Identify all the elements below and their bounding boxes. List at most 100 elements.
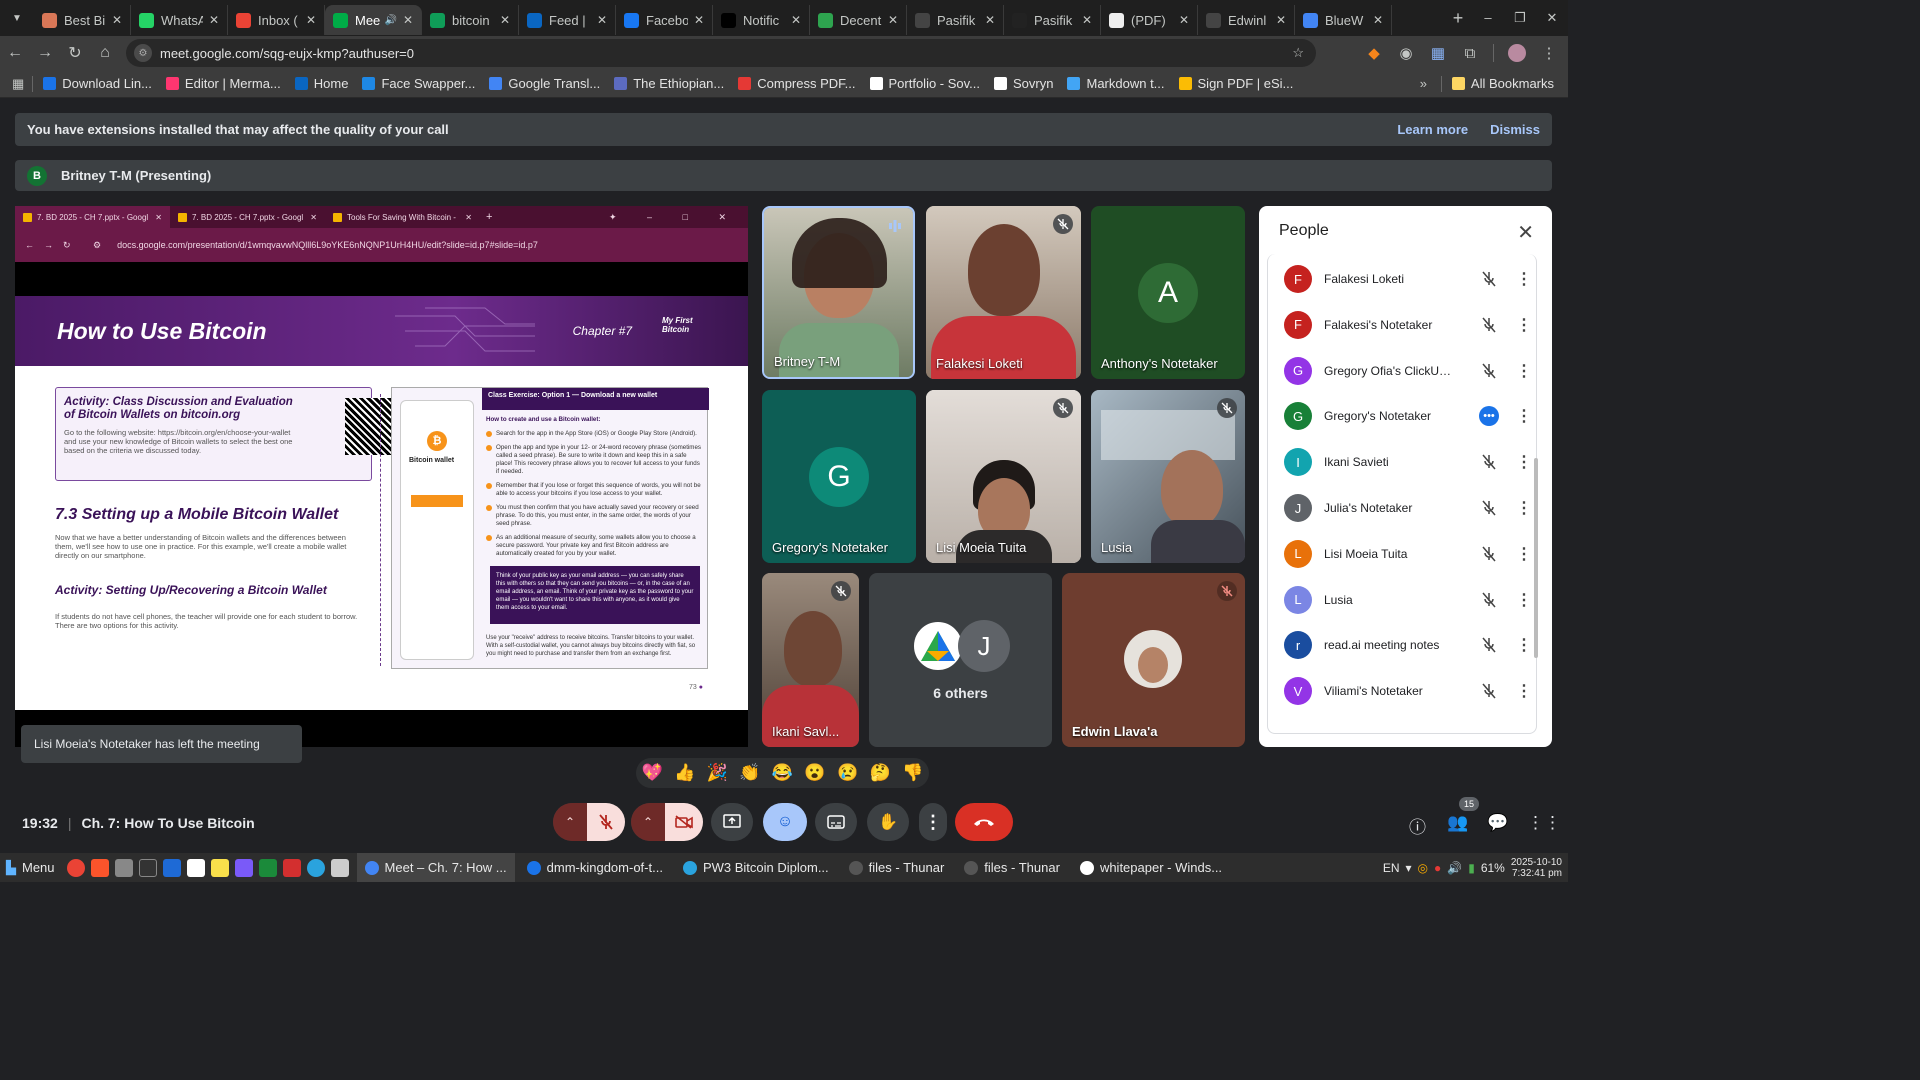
tray-app-icon[interactable]: ◎ [1418, 861, 1428, 875]
close-tab-icon[interactable]: ✕ [403, 13, 413, 27]
participant-more-icon[interactable]: ⋮ [1516, 452, 1532, 472]
reaction-emoji[interactable]: 😮 [804, 763, 825, 783]
bookmark-item[interactable]: The Ethiopian... [614, 76, 724, 91]
wifi-icon[interactable]: ▾ [1405, 861, 1411, 875]
camera-control[interactable]: ⌃ [631, 803, 703, 841]
bookmark-item[interactable]: Google Transl... [489, 76, 600, 91]
browser-tab[interactable]: Best Bi ✕ [34, 5, 131, 35]
participant-tile-lisi[interactable]: Lisi Moeia Tuita [926, 390, 1081, 563]
bookmark-item[interactable]: Portfolio - Sov... [869, 76, 980, 91]
muted-mic-icon[interactable] [1478, 543, 1500, 565]
all-bookmarks[interactable]: All Bookmarks [1451, 76, 1554, 91]
back-icon[interactable]: ← [0, 44, 30, 62]
minimize-icon[interactable]: – [1472, 10, 1504, 26]
browser-tab[interactable]: BlueW ✕ [1295, 5, 1392, 35]
microphone-tray-icon[interactable]: ● [1434, 861, 1441, 875]
camera-off-icon[interactable] [665, 803, 703, 841]
browser-tab[interactable]: bitcoin ✕ [422, 5, 519, 35]
close-tab-icon[interactable]: ✕ [791, 13, 801, 27]
muted-mic-icon[interactable] [1478, 497, 1500, 519]
raise-hand-icon[interactable]: ✋ [867, 803, 909, 841]
participant-row[interactable]: I Ikani Savieti ⋮ [1268, 439, 1536, 485]
muted-mic-icon[interactable] [1478, 680, 1500, 702]
new-tab-button[interactable]: + [1444, 8, 1472, 29]
restore-icon[interactable]: ❐ [1504, 10, 1536, 26]
participant-tile-ikani[interactable]: Ikani Savl... [762, 573, 859, 747]
activities-icon[interactable]: ⋮⋮ [1527, 813, 1561, 833]
extensions-puzzle-icon[interactable]: ⧉ [1461, 45, 1479, 62]
extension-grid-icon[interactable]: ▦ [1429, 44, 1447, 62]
emoji-reactions-icon[interactable]: ☺ [763, 803, 807, 841]
close-tab-icon[interactable]: ✕ [112, 13, 122, 27]
bookmark-item[interactable]: Markdown t... [1067, 76, 1165, 91]
browser-tab[interactable]: Facebo ✕ [616, 5, 713, 35]
profile-avatar[interactable] [1508, 44, 1526, 62]
muted-mic-icon[interactable] [1478, 589, 1500, 611]
participant-row[interactable]: L Lusia ⋮ [1268, 577, 1536, 623]
reaction-emoji[interactable]: 💖 [642, 763, 663, 783]
address-bar[interactable]: ⚙ meet.google.com/sqg-eujx-kmp?authuser=… [126, 39, 1316, 67]
browser-tab[interactable]: Pasifik ✕ [907, 5, 1004, 35]
participant-more-icon[interactable]: ⋮ [1516, 498, 1532, 518]
taskbar-window[interactable]: files - Thunar [956, 853, 1068, 882]
browser-tab[interactable]: Edwinl ✕ [1198, 5, 1295, 35]
reaction-emoji[interactable]: 😂 [772, 763, 793, 783]
participant-list[interactable]: F Falakesi Loketi ⋮ F Falakesi's Notetaker ⋮ G… [1267, 254, 1537, 734]
participant-tile-anthony-notetaker[interactable]: A Anthony's Notetaker [1091, 206, 1245, 379]
menu-dots-icon[interactable]: ⋮ [1540, 44, 1558, 62]
tab-search-icon[interactable]: ▼ [4, 5, 30, 31]
taskbar-window[interactable]: files - Thunar [841, 853, 953, 882]
app-launcher-icon[interactable] [282, 858, 301, 877]
close-tab-icon[interactable]: ✕ [597, 13, 607, 27]
clock[interactable]: 2025-10-10 7:32:41 pm [1511, 857, 1562, 879]
apps-grid-icon[interactable]: ▦ [12, 76, 24, 92]
files-launcher-icon[interactable] [114, 858, 133, 877]
participant-more-icon[interactable]: ⋮ [1516, 269, 1532, 289]
close-window-icon[interactable]: ✕ [1536, 10, 1568, 26]
muted-mic-icon[interactable] [1478, 634, 1500, 656]
taskbar-window[interactable]: dmm-kingdom-of-t... [519, 853, 671, 882]
taskbar-window[interactable]: whitepaper - Winds... [1072, 853, 1230, 882]
close-tab-icon[interactable]: ✕ [888, 13, 898, 27]
speaking-more-icon[interactable]: ••• [1478, 405, 1500, 427]
reload-icon[interactable]: ↻ [60, 43, 90, 63]
home-icon[interactable]: ⌂ [90, 44, 120, 62]
start-menu-button[interactable]: Menu [22, 860, 55, 875]
present-screen-icon[interactable] [711, 803, 753, 841]
forward-icon[interactable]: → [30, 44, 60, 62]
audio-playing-icon[interactable]: 🔊 [384, 15, 396, 26]
reaction-emoji[interactable]: 🎉 [707, 763, 728, 783]
participant-row[interactable]: J Julia's Notetaker ⋮ [1268, 485, 1536, 531]
bookmark-item[interactable]: Home [294, 76, 348, 91]
chrome-launcher-icon[interactable] [66, 858, 85, 877]
terminal-launcher-icon[interactable] [138, 858, 157, 877]
participant-row[interactable]: F Falakesi Loketi ⋮ [1268, 256, 1536, 302]
telegram-launcher-icon[interactable] [306, 858, 325, 877]
microphone-control[interactable]: ⌃ [553, 803, 625, 841]
reaction-emoji[interactable]: 🤔 [870, 763, 891, 783]
participant-tile-gregory-notetaker[interactable]: G Gregory's Notetaker [762, 390, 916, 563]
bookmark-star-icon[interactable]: ☆ [1292, 45, 1304, 61]
more-bookmarks-icon[interactable]: » [1420, 76, 1427, 91]
reaction-emoji[interactable]: 👍 [674, 763, 695, 783]
participant-row[interactable]: F Falakesi's Notetaker ⋮ [1268, 302, 1536, 348]
volume-icon[interactable]: 🔊 [1447, 861, 1462, 875]
participant-row[interactable]: V Viliami's Notetaker ⋮ [1268, 668, 1536, 714]
shared-screen[interactable]: 7. BD 2025 - CH 7.pptx - Googl ✕ 7. BD 20… [15, 206, 748, 747]
close-tab-icon[interactable]: ✕ [209, 13, 219, 27]
brave-launcher-icon[interactable] [90, 858, 109, 877]
metamask-icon[interactable]: ◆ [1365, 44, 1383, 62]
participant-more-icon[interactable]: ⋮ [1516, 361, 1532, 381]
app-launcher-icon[interactable] [234, 858, 253, 877]
reaction-emoji[interactable]: 👎 [902, 763, 923, 783]
close-tab-icon[interactable]: ✕ [1179, 13, 1189, 27]
browser-tab[interactable]: Decent ✕ [810, 5, 907, 35]
participant-more-icon[interactable]: ⋮ [1516, 315, 1532, 335]
bookmark-item[interactable]: Editor | Merma... [165, 76, 281, 91]
participant-row[interactable]: L Lisi Moeia Tuita ⋮ [1268, 531, 1536, 577]
participant-more-icon[interactable]: ⋮ [1516, 681, 1532, 701]
bookmark-item[interactable]: Download Lin... [43, 76, 152, 91]
extension-icon[interactable]: ◉ [1397, 44, 1415, 62]
bookmark-item[interactable]: Face Swapper... [362, 76, 475, 91]
participant-more-icon[interactable]: ⋮ [1516, 635, 1532, 655]
